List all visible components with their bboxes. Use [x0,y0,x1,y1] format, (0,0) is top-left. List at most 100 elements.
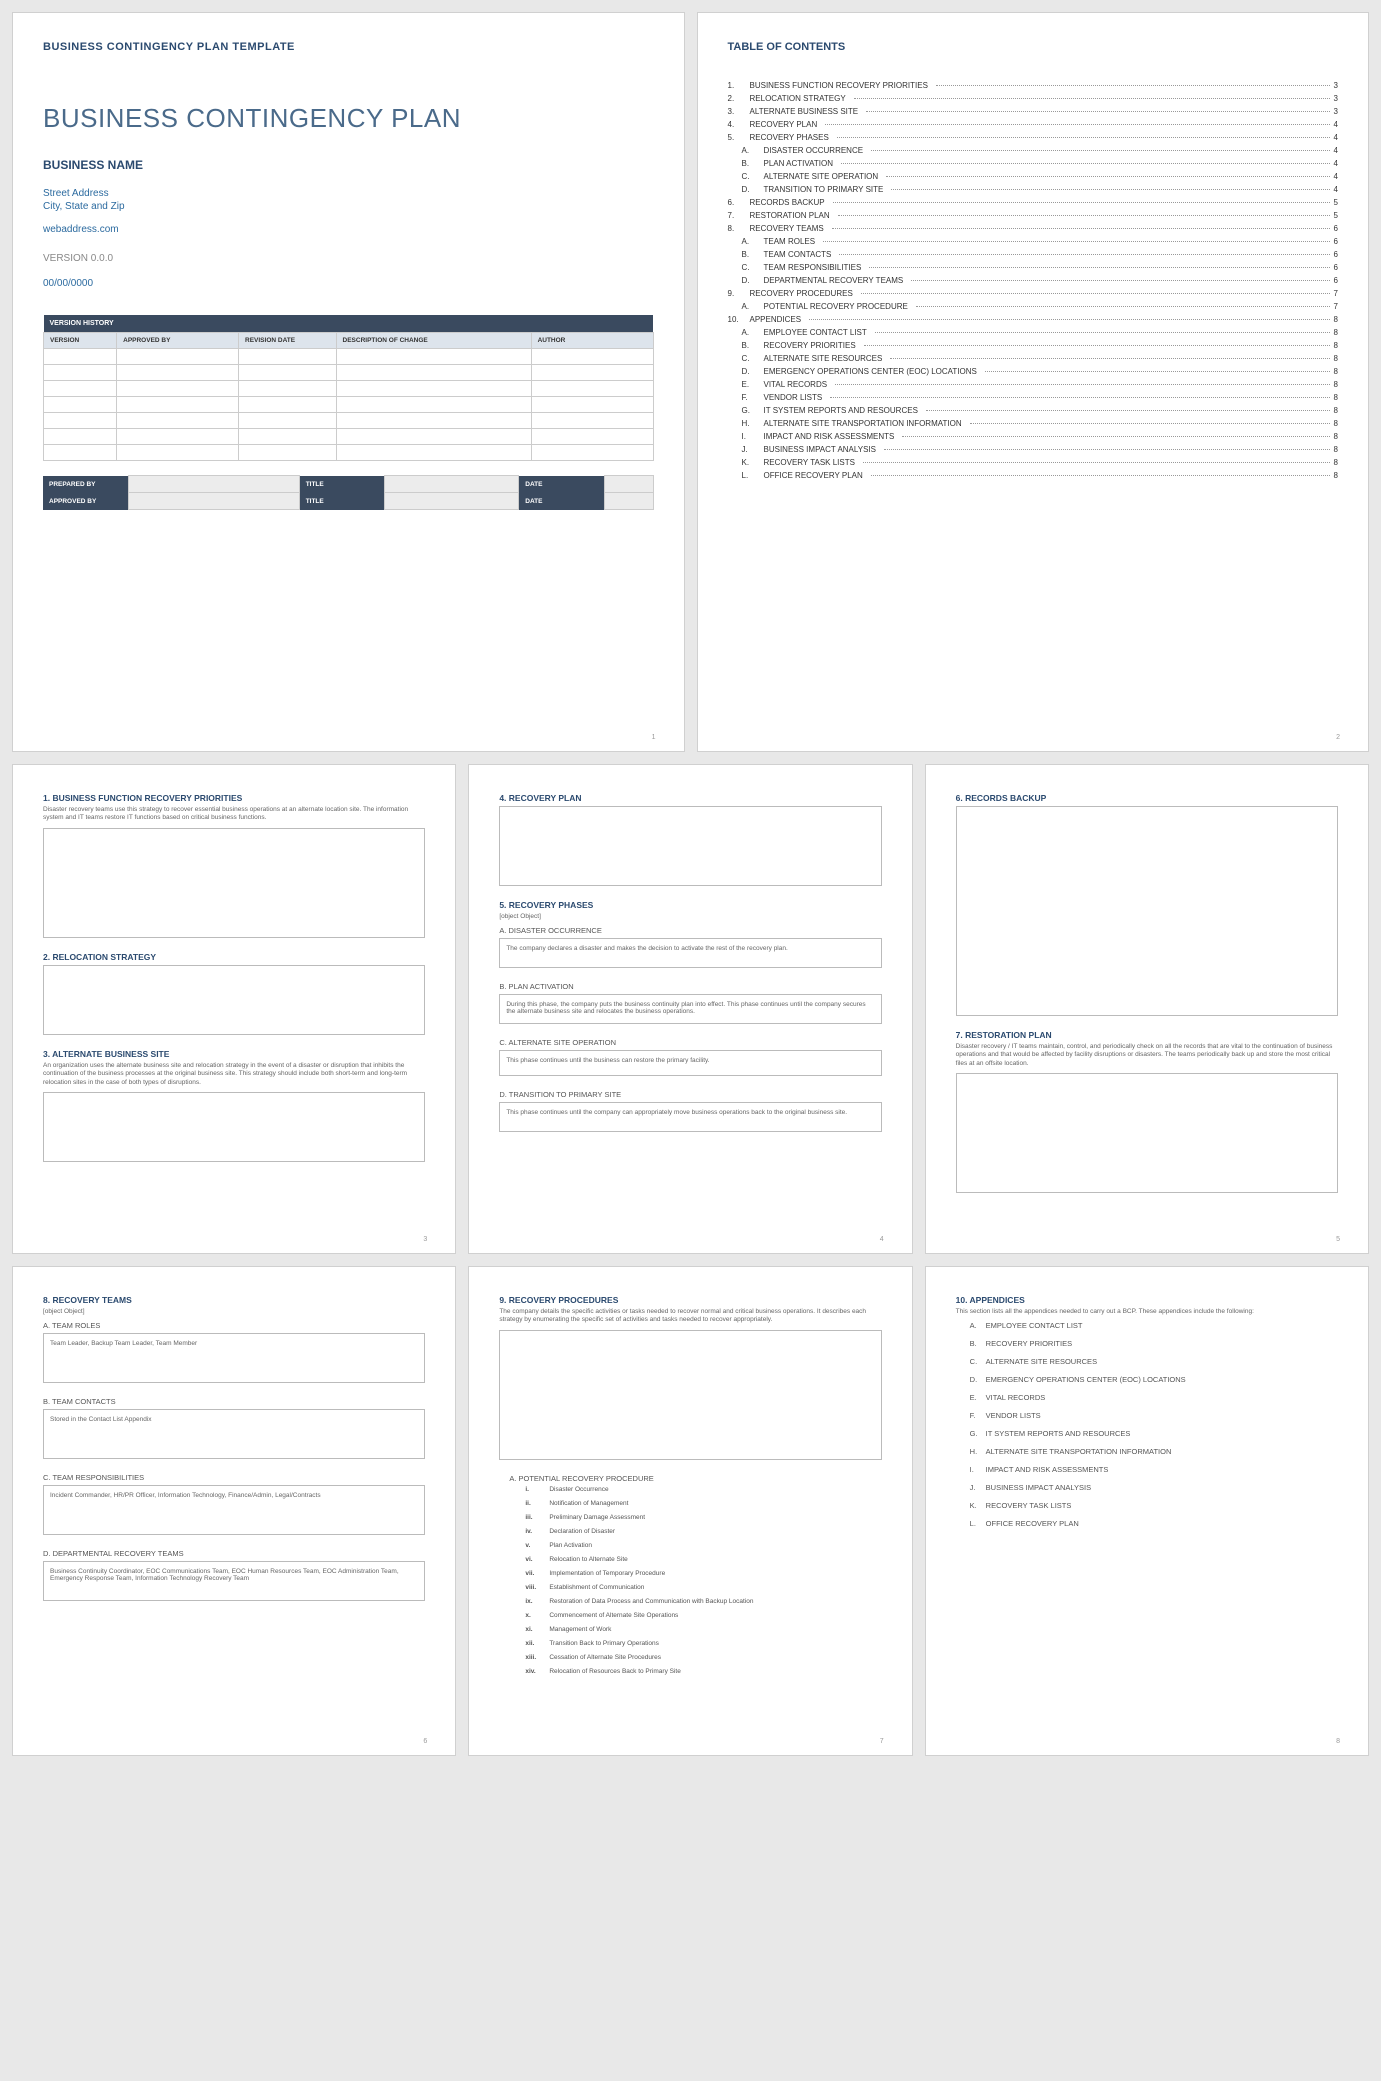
page-number: 4 [880,1236,884,1243]
page-3: 1. BUSINESS FUNCTION RECOVERY PRIORITIES… [12,764,456,1254]
toc-entry: A.DISASTER OCCURRENCE4 [728,146,1339,155]
title-label: TITLE [299,476,384,493]
appendix-item: J.BUSINESS IMPACT ANALYSIS [970,1483,1338,1492]
template-label: BUSINESS CONTINGENCY PLAN TEMPLATE [43,41,654,53]
procedure-step: vii.Implementation of Temporary Procedur… [525,1570,881,1577]
s1-desc: Disaster recovery teams use this strateg… [43,806,425,823]
appendix-item: C.ALTERNATE SITE RESOURCES [970,1357,1338,1366]
vh-row [44,445,654,461]
signature-table: PREPARED BY TITLE DATE APPROVED BY TITLE… [43,475,654,510]
appendix-item: D.EMERGENCY OPERATIONS CENTER (EOC) LOCA… [970,1375,1338,1384]
page-number: 7 [880,1738,884,1745]
col-desc: DESCRIPTION OF CHANGE [336,333,531,349]
s1-heading: 1. BUSINESS FUNCTION RECOVERY PRIORITIES [43,793,425,803]
page-cover: BUSINESS CONTINGENCY PLAN TEMPLATE BUSIN… [12,12,685,752]
toc-entry: B.PLAN ACTIVATION4 [728,159,1339,168]
s9-heading: 9. RECOVERY PROCEDURES [499,1295,881,1305]
toc-entry: 3.ALTERNATE BUSINESS SITE3 [728,107,1339,116]
toc-entry: 8.RECOVERY TEAMS6 [728,224,1339,233]
s9-desc: The company details the specific activit… [499,1308,881,1325]
page-number: 8 [1336,1738,1340,1745]
appendix-item: K.RECOVERY TASK LISTS [970,1501,1338,1510]
appendix-item: L.OFFICE RECOVERY PLAN [970,1519,1338,1528]
s8c-box: Incident Commander, HR/PR Officer, Infor… [43,1485,425,1535]
toc-entry: D.TRANSITION TO PRIMARY SITE4 [728,185,1339,194]
s1-box [43,828,425,938]
toc-entry: J.BUSINESS IMPACT ANALYSIS8 [728,445,1339,454]
toc-entry: B.RECOVERY PRIORITIES8 [728,341,1339,350]
procedure-step: x.Commencement of Alternate Site Operati… [525,1612,881,1619]
col-author: AUTHOR [531,333,653,349]
toc-entry: 4.RECOVERY PLAN4 [728,120,1339,129]
toc-entry: H.ALTERNATE SITE TRANSPORTATION INFORMAT… [728,419,1339,428]
appendix-item: B.RECOVERY PRIORITIES [970,1339,1338,1348]
document-title: BUSINESS CONTINGENCY PLAN [43,103,654,134]
vh-row [44,413,654,429]
page-number: 6 [423,1738,427,1745]
s9-box [499,1330,881,1460]
procedure-step: iv.Declaration of Disaster [525,1528,881,1535]
top-row: BUSINESS CONTINGENCY PLAN TEMPLATE BUSIN… [12,12,1369,752]
toc-entry: 6.RECORDS BACKUP5 [728,198,1339,207]
s4-box [499,806,881,886]
s4-heading: 4. RECOVERY PLAN [499,793,881,803]
page-6: 8. RECOVERY TEAMS [object Object] A. TEA… [12,1266,456,1756]
s5d-box: This phase continues until the company c… [499,1102,881,1132]
page-5: 6. RECORDS BACKUP 7. RESTORATION PLAN Di… [925,764,1369,1254]
vh-row [44,365,654,381]
s8d-heading: D. DEPARTMENTAL RECOVERY TEAMS [43,1549,425,1558]
procedure-step: xii.Transition Back to Primary Operation… [525,1640,881,1647]
toc-entry: C.ALTERNATE SITE RESOURCES8 [728,354,1339,363]
s10-desc: This section lists all the appendices ne… [956,1308,1338,1316]
page-number: 3 [423,1236,427,1243]
toc-entry: E.VITAL RECORDS8 [728,380,1339,389]
toc-entry: 1.BUSINESS FUNCTION RECOVERY PRIORITIES3 [728,81,1339,90]
s8d-box: Business Continuity Coordinator, EOC Com… [43,1561,425,1601]
vh-row [44,397,654,413]
appendix-item: I.IMPACT AND RISK ASSESSMENTS [970,1465,1338,1474]
page-7: 9. RECOVERY PROCEDURES The company detai… [468,1266,912,1756]
s5c-box: This phase continues until the business … [499,1050,881,1076]
s2-box [43,965,425,1035]
page-number: 5 [1336,1236,1340,1243]
toc-entry: G.IT SYSTEM REPORTS AND RESOURCES8 [728,406,1339,415]
s3-box [43,1092,425,1162]
toc-entry: C.ALTERNATE SITE OPERATION4 [728,172,1339,181]
procedure-step: xiii.Cessation of Alternate Site Procedu… [525,1654,881,1661]
procedure-step: ix.Restoration of Data Process and Commu… [525,1598,881,1605]
vh-row [44,349,654,365]
s5a-box: The company declares a disaster and make… [499,938,881,968]
appendix-list: A.EMPLOYEE CONTACT LISTB.RECOVERY PRIORI… [956,1321,1338,1528]
toc-entry: L.OFFICE RECOVERY PLAN8 [728,471,1339,480]
toc-entry: A.POTENTIAL RECOVERY PROCEDURE7 [728,302,1339,311]
toc-entry: A.TEAM ROLES6 [728,237,1339,246]
s8c-heading: C. TEAM RESPONSIBILITIES [43,1473,425,1482]
s6-box [956,806,1338,1016]
toc-entry: 2.RELOCATION STRATEGY3 [728,94,1339,103]
appendix-item: G.IT SYSTEM REPORTS AND RESOURCES [970,1429,1338,1438]
procedure-list: i.Disaster Occurrence ii.Notification of … [499,1486,881,1675]
page-8: 10. APPENDICES This section lists all th… [925,1266,1369,1756]
procedure-step: ii.Notification of Management [525,1500,881,1507]
toc-entry: K.RECOVERY TASK LISTS8 [728,458,1339,467]
procedure-step: xiv.Relocation of Resources Back to Prim… [525,1668,881,1675]
page-number: 2 [1336,734,1340,741]
web-address: webaddress.com [43,224,654,235]
s8-desc: [object Object] [43,1308,425,1316]
s7-heading: 7. RESTORATION PLAN [956,1030,1338,1040]
col-revdate: REVISION DATE [239,333,337,349]
toc-entry: C.TEAM RESPONSIBILITIES6 [728,263,1339,272]
col-version: VERSION [44,333,117,349]
toc-entry: 9.RECOVERY PROCEDURES7 [728,289,1339,298]
toc-entry: I.IMPACT AND RISK ASSESSMENTS8 [728,432,1339,441]
vh-row [44,429,654,445]
procedure-step: i.Disaster Occurrence [525,1486,881,1493]
s5b-heading: B. PLAN ACTIVATION [499,982,881,991]
appendix-item: H.ALTERNATE SITE TRANSPORTATION INFORMAT… [970,1447,1338,1456]
procedure-step: xi.Management of Work [525,1626,881,1633]
toc-entry: 5.RECOVERY PHASES4 [728,133,1339,142]
s5d-heading: D. TRANSITION TO PRIMARY SITE [499,1090,881,1099]
approved-label: APPROVED BY [43,493,128,510]
procedure-step: iii.Preliminary Damage Assessment [525,1514,881,1521]
s2-heading: 2. RELOCATION STRATEGY [43,952,425,962]
